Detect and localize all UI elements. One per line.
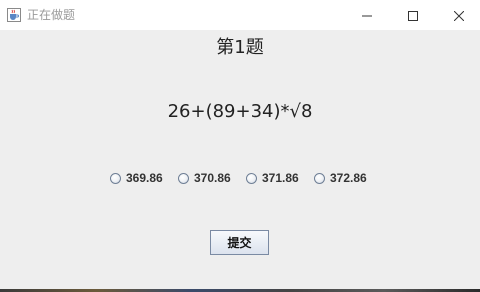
quiz-panel: 第1题 26+(89+34)*√8 369.86 370.86 371.86 3… <box>0 30 480 292</box>
option-label[interactable]: 369.86 <box>126 170 163 186</box>
radio-button-icon[interactable] <box>246 172 257 184</box>
option-radio-1[interactable]: 369.86 <box>110 170 163 186</box>
answer-options: 369.86 370.86 371.86 372.86 <box>0 170 480 186</box>
option-radio-2[interactable]: 370.86 <box>178 170 231 186</box>
close-icon <box>453 6 465 25</box>
maximize-button[interactable] <box>390 0 436 30</box>
minimize-button[interactable] <box>344 0 390 30</box>
option-label[interactable]: 372.86 <box>330 170 367 186</box>
option-label[interactable]: 371.86 <box>262 170 299 186</box>
radio-button-icon[interactable] <box>110 172 121 184</box>
java-cup-icon <box>7 7 21 22</box>
option-radio-4[interactable]: 372.86 <box>314 170 367 186</box>
math-expression: 26+(89+34)*√8 <box>167 101 313 122</box>
option-label[interactable]: 370.86 <box>194 170 231 186</box>
minimize-icon <box>362 6 372 25</box>
radio-button-icon[interactable] <box>178 172 189 184</box>
radio-button-icon[interactable] <box>314 172 325 184</box>
window-title: 正在做题 <box>27 8 76 22</box>
app-window: 正在做题 第1题 26+(89+34)*√8 369.86 370.86 371… <box>0 0 480 292</box>
question-title: 第1题 <box>216 37 264 58</box>
title-bar[interactable]: 正在做题 <box>0 0 480 30</box>
option-radio-3[interactable]: 371.86 <box>246 170 299 186</box>
maximize-icon <box>408 6 418 25</box>
close-button[interactable] <box>436 0 480 30</box>
submit-button[interactable]: 提交 <box>210 230 269 255</box>
